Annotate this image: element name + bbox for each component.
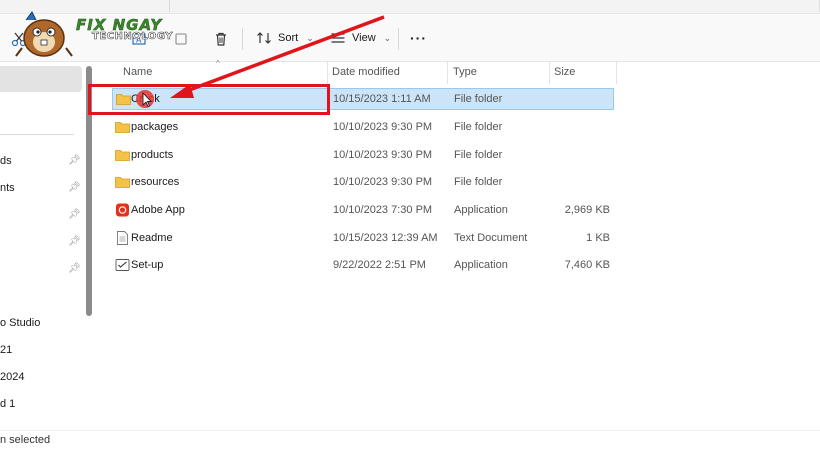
nav-item[interactable]: d 1: [0, 395, 84, 413]
file-type: File folder: [454, 121, 503, 133]
file-row[interactable]: products 10/10/2023 9:30 PM File folder: [112, 145, 614, 167]
setup-app-icon: [115, 259, 130, 271]
toolbar-separator: [398, 28, 399, 50]
nav-item-pinned[interactable]: nts 📌︎: [0, 179, 84, 197]
file-type: Text Document: [454, 232, 528, 244]
pin-icon: 📌︎: [68, 236, 81, 247]
nav-item[interactable]: 21: [0, 341, 84, 359]
column-header-date[interactable]: Date modified: [332, 66, 400, 78]
nav-item-label: nts: [0, 182, 15, 194]
search-box-edge[interactable]: [780, 0, 820, 12]
column-header-name[interactable]: Name: [123, 66, 152, 78]
column-header-row: Name ^ Date modified Type Size: [96, 59, 820, 84]
beaver-mascot-icon: [15, 11, 73, 57]
text-document-icon: [117, 231, 128, 245]
sort-caret-icon: ^: [216, 59, 220, 68]
column-divider[interactable]: [549, 62, 550, 84]
sort-icon: [257, 32, 271, 44]
more-icon: ···: [410, 30, 427, 46]
file-date: 10/10/2023 7:30 PM: [333, 204, 433, 216]
file-row[interactable]: resources 10/10/2023 9:30 PM File folder: [112, 172, 614, 194]
file-name: Adobe App: [131, 204, 185, 216]
file-name: packages: [131, 121, 179, 133]
more-options-button[interactable]: ···: [410, 23, 427, 53]
file-type: File folder: [454, 149, 503, 161]
file-type: File folder: [454, 93, 503, 105]
pin-icon: 📌︎: [68, 209, 81, 220]
column-header-size[interactable]: Size: [554, 66, 575, 78]
sort-label: Sort: [278, 32, 299, 44]
nav-item-label: 2024: [0, 371, 25, 383]
mouse-cursor-icon: [136, 90, 154, 108]
file-row[interactable]: Adobe App 10/10/2023 7:30 PM Application…: [112, 200, 614, 222]
file-row[interactable]: Readme 10/15/2023 12:39 AM Text Document…: [112, 228, 614, 250]
file-size: 2,969 KB: [564, 204, 610, 216]
file-name: Readme: [131, 232, 173, 244]
file-date: 10/10/2023 9:30 PM: [333, 121, 433, 133]
folder-icon: [115, 122, 130, 133]
file-date: 10/10/2023 9:30 PM: [333, 149, 433, 161]
nav-item-label: o Studio: [0, 317, 41, 329]
nav-item-pinned[interactable]: 📌︎: [0, 206, 84, 224]
chevron-down-icon: ⌄: [383, 32, 392, 43]
folder-icon: [115, 177, 130, 188]
file-name: resources: [131, 176, 180, 188]
file-type: Application: [454, 204, 508, 216]
nav-item-label: d 1: [0, 398, 16, 410]
nav-item-label: 21: [0, 344, 13, 356]
column-divider[interactable]: [447, 62, 448, 84]
nav-item[interactable]: o Studio: [0, 314, 84, 332]
view-label: View: [352, 32, 376, 44]
file-size: 1 KB: [586, 232, 610, 244]
file-date: 10/10/2023 9:30 PM: [333, 176, 433, 188]
status-text: n selected: [0, 434, 51, 446]
file-type: Application: [454, 259, 508, 271]
logo-subtitle: TECHNOLOGY: [92, 31, 173, 43]
file-size: 7,460 KB: [564, 259, 610, 271]
adobe-app-icon: [116, 203, 129, 217]
nav-item[interactable]: 2024: [0, 368, 84, 386]
nav-divider: [0, 134, 74, 135]
file-name: Set-up: [131, 259, 164, 271]
file-name: products: [131, 149, 174, 161]
annotation-highlight-box: [88, 84, 330, 115]
file-type: File folder: [454, 176, 503, 188]
delete-icon[interactable]: [212, 30, 230, 48]
view-icon: [331, 33, 345, 43]
file-list: Name ^ Date modified Type Size Crack 10/…: [96, 59, 820, 430]
view-button[interactable]: View ⌄: [330, 23, 391, 53]
folder-icon: [115, 150, 130, 161]
pin-icon: 📌︎: [68, 263, 81, 274]
toolbar-separator: [242, 28, 243, 50]
nav-item-label: ds: [0, 155, 12, 167]
sort-button[interactable]: Sort ⌄: [256, 23, 314, 53]
pin-icon: 📌︎: [68, 155, 81, 166]
file-row[interactable]: Set-up 9/22/2022 2:51 PM Application 7,4…: [112, 255, 614, 277]
column-header-type[interactable]: Type: [453, 66, 477, 78]
nav-item-pinned[interactable]: 📌︎: [0, 233, 84, 251]
nav-item-pinned[interactable]: ds 📌︎: [0, 152, 84, 170]
status-bar: n selected: [0, 430, 820, 450]
file-date: 10/15/2023 1:11 AM: [333, 93, 431, 105]
column-divider[interactable]: [327, 62, 328, 84]
navigation-pane: ds 📌︎ nts 📌︎ 📌︎ 📌︎ 📌︎ o Studio 21 2024 d…: [0, 62, 84, 430]
chevron-down-icon: ⌄: [306, 32, 314, 43]
file-date: 10/15/2023 12:39 AM: [333, 232, 438, 244]
pin-icon: 📌︎: [68, 182, 81, 193]
watermark-logo: FIX NGAY TECHNOLOGY: [14, 8, 204, 58]
file-date: 9/22/2022 2:51 PM: [333, 259, 426, 271]
nav-item-pinned[interactable]: 📌︎: [0, 260, 84, 278]
column-divider[interactable]: [616, 62, 617, 84]
file-row[interactable]: packages 10/10/2023 9:30 PM File folder: [112, 117, 614, 139]
nav-selected-item[interactable]: [0, 66, 82, 92]
